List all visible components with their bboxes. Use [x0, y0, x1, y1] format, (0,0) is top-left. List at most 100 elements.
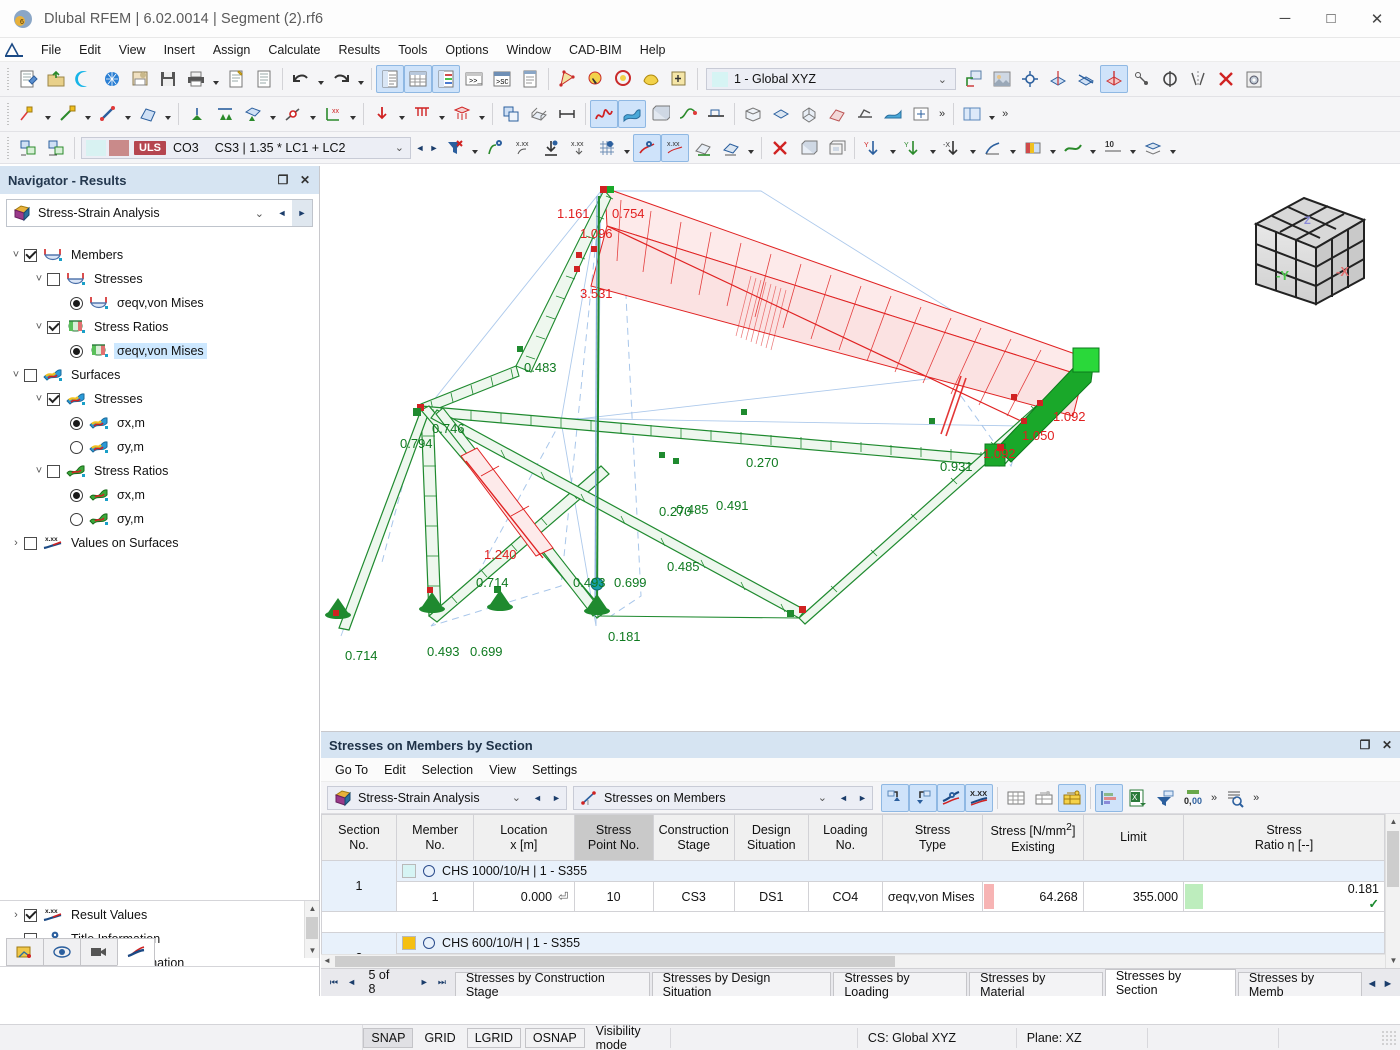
result-diagram-style-dropdown[interactable]: [1087, 134, 1099, 162]
new-load-x-button[interactable]: xx: [319, 100, 347, 128]
chevron-right-icon[interactable]: ›: [8, 903, 24, 927]
tree-radio[interactable]: [70, 441, 83, 454]
chevron-down-icon[interactable]: ⌄: [505, 791, 528, 804]
views-tab[interactable]: [80, 938, 118, 966]
result-layers-dropdown[interactable]: [1167, 134, 1179, 162]
tree-checkbox[interactable]: [24, 369, 37, 382]
new-line-load-button[interactable]: [408, 100, 436, 128]
tree-checkbox[interactable]: [24, 249, 37, 262]
prev-page-button[interactable]: ◄: [343, 971, 361, 993]
toolbar-overflow-chevron-2[interactable]: »: [998, 108, 1012, 120]
table-search-button[interactable]: [1221, 784, 1249, 812]
next-combination-button[interactable]: ►: [427, 137, 441, 159]
table-menu-go-to[interactable]: Go To: [327, 761, 376, 779]
new-model-button[interactable]: [14, 65, 42, 93]
tree-radio[interactable]: [70, 297, 83, 310]
menu-item-file[interactable]: File: [32, 41, 70, 59]
show-values-active-button[interactable]: x.xx: [661, 134, 689, 162]
view-wireframe-button[interactable]: [851, 100, 879, 128]
scrollbar-thumb[interactable]: [1387, 831, 1399, 887]
tree-item-values-on-surfaces[interactable]: ›x.xxValues on Surfaces: [0, 531, 319, 555]
table-row[interactable]: 10.000⏎10CS3DS1CO4σeqv,von Mises64.26835…: [322, 882, 1385, 912]
view-direction-x-dropdown[interactable]: [967, 134, 979, 162]
new-nodal-load-button[interactable]: [368, 100, 396, 128]
view-direction-y-button[interactable]: Y: [859, 134, 887, 162]
toolbar-grip[interactable]: [5, 137, 11, 159]
snap-settings-button[interactable]: [1016, 65, 1044, 93]
table-toolbar-overflow[interactable]: »: [1207, 792, 1221, 804]
redo-dropdown-arrow[interactable]: [355, 65, 367, 93]
show-table-button[interactable]: [376, 65, 404, 93]
result-precision-dropdown[interactable]: [1127, 134, 1139, 162]
table-panel-restore-icon[interactable]: ❐: [1354, 734, 1376, 756]
tree-item--y-m[interactable]: σy,m: [0, 507, 319, 531]
status-chip-osnap[interactable]: OSNAP: [525, 1028, 585, 1048]
select-by-circle-button[interactable]: [609, 65, 637, 93]
new-coordinate-system-button[interactable]: [960, 65, 988, 93]
close-button[interactable]: ✕: [1354, 0, 1400, 38]
tab-scroll-prev[interactable]: ◄: [1364, 972, 1380, 996]
new-support-dropdown-arrow[interactable]: [267, 100, 279, 128]
chevron-down-icon[interactable]: ⌄: [932, 73, 953, 86]
new-line-support-button[interactable]: [211, 100, 239, 128]
cell-member-no[interactable]: 1: [397, 882, 474, 912]
menu-item-view[interactable]: View: [110, 41, 155, 59]
grid-vertical-scrollbar[interactable]: ▲ ▼: [1385, 814, 1400, 968]
column-header-loading[interactable]: LoadingNo.: [808, 815, 882, 861]
cell-stress-limit[interactable]: 355.000: [1083, 882, 1183, 912]
scrollbar-thumb[interactable]: [335, 956, 895, 967]
tree-checkbox[interactable]: [47, 273, 60, 286]
table-menu-selection[interactable]: Selection: [414, 761, 481, 779]
new-surface-support-button[interactable]: [239, 100, 267, 128]
show-values-on-surfaces-button[interactable]: x.xx: [565, 134, 593, 162]
column-header-stress[interactable]: StressPoint No.: [574, 815, 653, 861]
decimal-places-button[interactable]: 0,00: [1179, 784, 1207, 812]
chevron-right-icon[interactable]: ›: [8, 531, 24, 555]
model-viewport[interactable]: 1.1610.7541.0963.5310.4830.7460.7940.270…: [321, 166, 1400, 730]
tree-item-stresses[interactable]: ˅Stresses: [0, 267, 319, 291]
undo-button[interactable]: [287, 65, 315, 93]
results-tab[interactable]: [117, 938, 155, 966]
tree-item--x-m[interactable]: σx,m: [0, 411, 319, 435]
cloud-open-button[interactable]: [70, 65, 98, 93]
chevron-down-icon[interactable]: ˅: [31, 267, 47, 291]
tree-item--x-m[interactable]: σx,m: [0, 483, 319, 507]
view-top-button[interactable]: [767, 100, 795, 128]
show-deformation-button[interactable]: [674, 100, 702, 128]
cell-stress-ratio[interactable]: 0.181✓: [1184, 882, 1385, 912]
menu-item-edit[interactable]: Edit: [70, 41, 110, 59]
navigator-close-icon[interactable]: ✕: [295, 170, 315, 190]
chevron-down-icon[interactable]: ⌄: [247, 207, 272, 220]
show-values-xxx-button[interactable]: x.xx: [509, 134, 537, 162]
tree-item--eqv-von-mises[interactable]: σeqv,von Mises: [0, 339, 319, 363]
clear-results-button[interactable]: [766, 134, 794, 162]
dimension-button[interactable]: [553, 100, 581, 128]
result-precision-button[interactable]: 10: [1099, 134, 1127, 162]
new-printout-report-button[interactable]: [222, 65, 250, 93]
tree-checkbox[interactable]: [47, 465, 60, 478]
menu-item-calculate[interactable]: Calculate: [259, 41, 329, 59]
select-freehand-button[interactable]: [637, 65, 665, 93]
prev-combination-button[interactable]: ◄: [413, 137, 427, 159]
redo-button[interactable]: [327, 65, 355, 93]
view-section-button[interactable]: [823, 100, 851, 128]
minimize-button[interactable]: ─: [1262, 0, 1308, 38]
menu-item-window[interactable]: Window: [497, 41, 559, 59]
tree-checkbox[interactable]: [47, 321, 60, 334]
result-section-options-button[interactable]: [717, 134, 745, 162]
table-chart-button[interactable]: [1095, 784, 1123, 812]
toolbar-overflow-chevron[interactable]: »: [935, 108, 949, 120]
tab-scroll-next[interactable]: ►: [1380, 972, 1396, 996]
section-header-row[interactable]: 1CHS 1000/10/H | 1 - S355: [322, 861, 1385, 882]
result-section-dropdown-arrow[interactable]: [745, 134, 757, 162]
tree-checkbox[interactable]: [47, 393, 60, 406]
tree-checkbox[interactable]: [24, 537, 37, 550]
scroll-left-icon[interactable]: ◄: [321, 956, 333, 967]
status-chip-visibility-mode[interactable]: Visibility mode: [589, 1022, 657, 1050]
table-tab-stresses-by-section[interactable]: Stresses by Section: [1105, 969, 1236, 996]
resize-grip-icon[interactable]: [1381, 1030, 1396, 1046]
table-filter-columns-button[interactable]: [1030, 784, 1058, 812]
maximize-button[interactable]: □: [1308, 0, 1354, 38]
report-list-button[interactable]: [516, 65, 544, 93]
result-color-scale-button[interactable]: [1019, 134, 1047, 162]
